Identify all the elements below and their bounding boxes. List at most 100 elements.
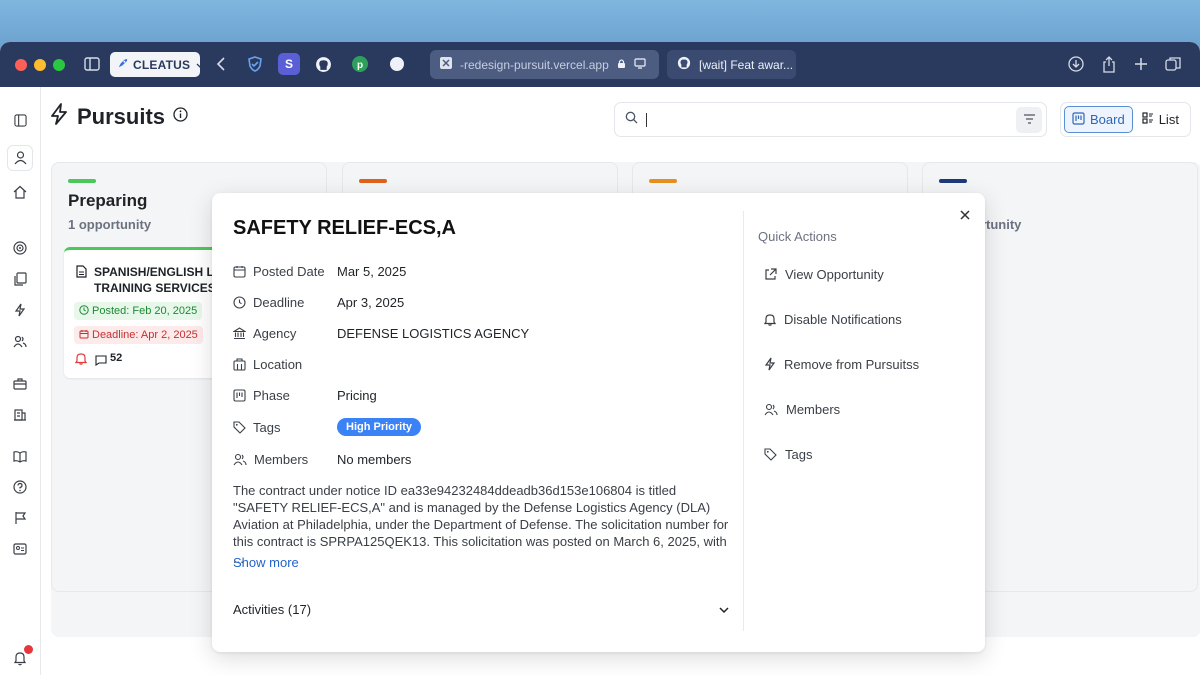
close-window-button[interactable] bbox=[15, 59, 27, 71]
search-icon bbox=[625, 111, 638, 129]
pursuits-bolt-icon[interactable] bbox=[11, 301, 29, 319]
team-icon[interactable] bbox=[11, 332, 29, 350]
filter-icon bbox=[1023, 111, 1036, 129]
tab-active[interactable]: -redesign-pursuit.vercel.app bbox=[430, 50, 659, 79]
clock-icon bbox=[233, 295, 246, 309]
bolt-icon bbox=[764, 357, 776, 371]
view-opportunity-action[interactable]: View Opportunity bbox=[764, 265, 884, 283]
posted-date-row: Posted Date Mar 5, 2025 bbox=[233, 261, 406, 281]
reader-icon[interactable] bbox=[634, 57, 646, 72]
calendar-icon bbox=[233, 265, 246, 278]
opportunity-detail-modal: SAFETY RELIEF-ECS,A Posted Date Mar 5, 2… bbox=[212, 193, 985, 652]
info-icon[interactable] bbox=[173, 106, 188, 127]
tags-action[interactable]: Tags bbox=[764, 445, 812, 463]
share-icon[interactable] bbox=[1098, 53, 1120, 75]
high-priority-tag[interactable]: High Priority bbox=[337, 418, 422, 436]
posted-date-value: Mar 5, 2025 bbox=[337, 263, 407, 279]
app-sidebar bbox=[0, 87, 41, 675]
tab-close-icon[interactable] bbox=[440, 57, 452, 72]
phase-row: Phase Pricing bbox=[233, 385, 377, 405]
tab-overview-icon[interactable] bbox=[1162, 53, 1184, 75]
book-icon[interactable] bbox=[11, 447, 29, 465]
p-extension-icon[interactable]: p bbox=[349, 53, 371, 75]
agency-row: Agency DEFENSE LOGISTICS AGENCY bbox=[233, 323, 529, 343]
zoom-window-button[interactable] bbox=[53, 59, 65, 71]
tag-icon bbox=[764, 447, 777, 461]
id-card-icon[interactable] bbox=[11, 540, 29, 558]
members-label-wrap: Members bbox=[233, 452, 337, 467]
remove-from-pursuits-action[interactable]: Remove from Pursuitss bbox=[764, 355, 919, 373]
profile-button[interactable]: CLEATUS bbox=[110, 52, 204, 77]
deadline-value: Apr 3, 2025 bbox=[337, 294, 405, 310]
github-tab-icon bbox=[677, 56, 691, 73]
location-row: Location bbox=[233, 354, 337, 374]
comment-count: 52 bbox=[110, 352, 123, 364]
github-icon[interactable] bbox=[312, 53, 334, 75]
building-icon[interactable] bbox=[11, 405, 29, 423]
deadline-text: Deadline: Apr 2, 2025 bbox=[92, 329, 198, 341]
flag-icon[interactable] bbox=[11, 509, 29, 527]
tags-row: Tags High Priority bbox=[233, 417, 422, 437]
activities-label: Activities (17) bbox=[233, 601, 312, 617]
modal-title: SAFETY RELIEF-ECS,A bbox=[233, 217, 456, 239]
column-title: Preparing bbox=[68, 191, 148, 210]
help-icon[interactable] bbox=[11, 478, 29, 496]
posted-date-label: Posted Date bbox=[253, 263, 325, 279]
deadline-row: Deadline Apr 3, 2025 bbox=[233, 292, 404, 312]
close-modal-button[interactable] bbox=[957, 207, 973, 223]
new-tab-icon[interactable] bbox=[1130, 53, 1152, 75]
users-icon bbox=[233, 453, 247, 465]
kanban-icon bbox=[233, 388, 246, 402]
bell-alert-icon[interactable] bbox=[74, 352, 88, 370]
minimize-window-button[interactable] bbox=[34, 59, 46, 71]
back-icon[interactable] bbox=[210, 53, 232, 75]
tab-github[interactable]: [wait] Feat awar... bbox=[667, 50, 796, 79]
agency-label: Agency bbox=[253, 325, 297, 341]
board-view-label: Board bbox=[1090, 112, 1125, 127]
tags-label-wrap: Tags bbox=[233, 420, 337, 435]
column-count: 1 opportunity bbox=[68, 217, 152, 232]
tags-label: Tags bbox=[253, 419, 281, 435]
document-icon bbox=[76, 265, 87, 283]
collapse-sidebar-icon[interactable] bbox=[11, 111, 29, 129]
phase-label-wrap: Phase bbox=[233, 388, 337, 403]
column-color-bar bbox=[649, 179, 677, 183]
column-color-bar bbox=[68, 179, 96, 183]
external-link-icon bbox=[765, 267, 777, 280]
view-toggle: Board List bbox=[1060, 102, 1191, 137]
download-icon[interactable] bbox=[1065, 53, 1087, 75]
list-view-button[interactable]: List bbox=[1135, 106, 1186, 133]
opportunity-description: The contract under notice ID ea33e942324… bbox=[233, 483, 729, 566]
sidebar-toggle-icon[interactable] bbox=[81, 53, 103, 75]
disable-notifications-action[interactable]: Disable Notifications bbox=[764, 310, 902, 328]
target-icon[interactable] bbox=[11, 239, 29, 257]
activities-toggle[interactable]: Activities (17) bbox=[233, 600, 729, 618]
home-icon[interactable] bbox=[11, 183, 29, 201]
user-icon[interactable] bbox=[7, 145, 33, 171]
phase-value: Pricing bbox=[337, 387, 377, 403]
posted-badge: Posted: Feb 20, 2025 bbox=[74, 302, 203, 320]
members-row: Members No members bbox=[233, 449, 411, 469]
text-cursor bbox=[646, 112, 647, 127]
view-opportunity-label: View Opportunity bbox=[785, 266, 884, 282]
filter-button[interactable] bbox=[1016, 107, 1042, 133]
tab-label: [wait] Feat awar... bbox=[699, 57, 794, 72]
location-label: Location bbox=[253, 356, 303, 372]
chevron-down-icon bbox=[719, 602, 729, 617]
search-field[interactable] bbox=[614, 102, 1047, 137]
chevron-down-icon bbox=[196, 58, 204, 72]
shield-extension-icon[interactable] bbox=[244, 53, 266, 75]
profile-label: CLEATUS bbox=[133, 57, 191, 72]
stripe-extension-icon[interactable]: S bbox=[278, 53, 300, 75]
deadline-badge: Deadline: Apr 2, 2025 bbox=[74, 326, 203, 344]
members-action[interactable]: Members bbox=[764, 400, 840, 418]
users-icon bbox=[764, 403, 778, 415]
board-view-button[interactable]: Board bbox=[1064, 106, 1133, 133]
members-value: No members bbox=[337, 451, 412, 467]
circle-extension-icon[interactable] bbox=[386, 53, 408, 75]
briefcase-icon[interactable] bbox=[11, 374, 29, 392]
documents-icon[interactable] bbox=[11, 270, 29, 288]
notification-dot bbox=[24, 645, 33, 654]
show-more-link[interactable]: Show more bbox=[233, 555, 299, 570]
bank-icon bbox=[233, 326, 246, 339]
